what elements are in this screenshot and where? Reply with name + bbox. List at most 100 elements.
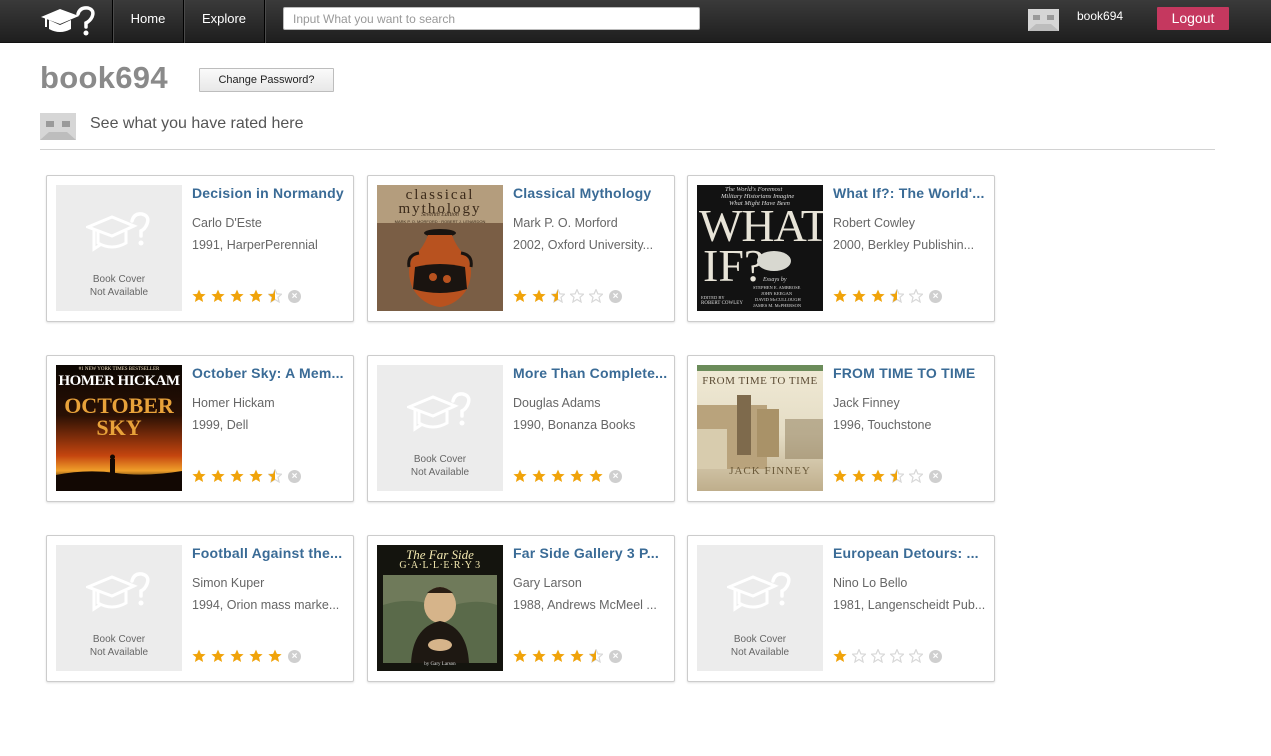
book-title-link[interactable]: More Than Complete...: [513, 365, 671, 381]
rating-star-icon[interactable]: [589, 469, 603, 483]
clear-rating-icon[interactable]: ×: [929, 469, 942, 483]
rating-star-icon[interactable]: [513, 469, 527, 483]
clear-rating-icon[interactable]: ×: [929, 649, 942, 663]
rating-star-icon[interactable]: [551, 649, 565, 663]
rating-star-icon[interactable]: [833, 289, 847, 303]
rating-star-icon[interactable]: [532, 649, 546, 663]
rating-star-icon[interactable]: [249, 289, 263, 303]
rating-star-icon[interactable]: [871, 649, 885, 663]
rating-star-icon[interactable]: [551, 289, 565, 303]
rating-star-icon[interactable]: [211, 289, 225, 303]
rating-star-icon[interactable]: [589, 649, 603, 663]
clear-rating-icon[interactable]: ×: [288, 289, 301, 303]
rating-star-icon[interactable]: [890, 289, 904, 303]
book-title-link[interactable]: Football Against the...: [192, 545, 350, 561]
cover-unavailable-text: Book Cover Not Available: [56, 633, 182, 659]
rating-star-icon[interactable]: [833, 649, 847, 663]
book-cover-image[interactable]: FROM TIME TO TIME JACK FINNEY: [697, 365, 823, 491]
book-title-link[interactable]: Classical Mythology: [513, 185, 671, 201]
change-password-button[interactable]: Change Password?: [199, 68, 334, 92]
book-publication: 1999, Dell: [192, 418, 249, 432]
site-logo-icon[interactable]: [38, 5, 96, 37]
book-author: Gary Larson: [513, 576, 582, 590]
cover-unavailable-line1: Book Cover: [733, 634, 787, 645]
book-title-link[interactable]: October Sky: A Mem...: [192, 365, 350, 381]
book-cover-image[interactable]: The World's Foremost Military Historians…: [697, 185, 823, 311]
rating-star-icon[interactable]: [909, 649, 923, 663]
logout-button[interactable]: Logout: [1157, 7, 1229, 30]
rating-star-icon[interactable]: [192, 469, 206, 483]
rating-star-icon[interactable]: [211, 469, 225, 483]
star-rating: ×: [192, 289, 301, 303]
clear-rating-icon[interactable]: ×: [609, 469, 622, 483]
clear-rating-icon[interactable]: ×: [609, 289, 622, 303]
rating-star-icon[interactable]: [570, 289, 584, 303]
cover-author: by Gary Larson: [424, 662, 456, 667]
book-card: Book Cover Not Available European Detour…: [687, 535, 995, 682]
cover-author: JACK FINNEY: [729, 465, 811, 477]
book-cover-image[interactable]: The Far Side G·A·L·L·E·R·Y 3 by Gary Lar…: [377, 545, 503, 671]
cover-tagline: The World's Foremost: [725, 186, 783, 193]
rating-star-icon[interactable]: [230, 289, 244, 303]
book-author: Nino Lo Bello: [833, 576, 908, 590]
clear-rating-icon[interactable]: ×: [288, 469, 301, 483]
book-cover-placeholder[interactable]: Book Cover Not Available: [56, 545, 182, 671]
search-input[interactable]: [283, 7, 700, 30]
cover-unavailable-line1: Book Cover: [92, 634, 146, 645]
book-cover-image[interactable]: #1 NEW YORK TIMES BESTSELLER HOMER HICKA…: [56, 365, 182, 491]
book-publication: 2000, Berkley Publishin...: [833, 238, 975, 252]
rating-star-icon[interactable]: [268, 469, 282, 483]
book-card: #1 NEW YORK TIMES BESTSELLER HOMER HICKA…: [46, 355, 354, 502]
rating-star-icon[interactable]: [871, 289, 885, 303]
rating-star-icon[interactable]: [852, 649, 866, 663]
cover-title-line: SKY: [96, 415, 142, 440]
rating-star-icon[interactable]: [852, 289, 866, 303]
book-cover-placeholder[interactable]: Book Cover Not Available: [377, 365, 503, 491]
star-rating: ×: [192, 469, 301, 483]
rating-star-icon[interactable]: [268, 289, 282, 303]
book-cover-placeholder[interactable]: Book Cover Not Available: [697, 545, 823, 671]
rated-books-heading: See what you have rated here: [90, 115, 304, 132]
book-title-link[interactable]: Far Side Gallery 3 P...: [513, 545, 671, 561]
rating-star-icon[interactable]: [852, 469, 866, 483]
rating-star-icon[interactable]: [249, 649, 263, 663]
book-cover-image[interactable]: classical mythology Seventh Edition MARK…: [377, 185, 503, 311]
book-title-link[interactable]: European Detours: ...: [833, 545, 991, 561]
rating-star-icon[interactable]: [268, 649, 282, 663]
rating-star-icon[interactable]: [230, 649, 244, 663]
nav-home[interactable]: Home: [113, 0, 183, 43]
nav-explore[interactable]: Explore: [184, 0, 264, 43]
rating-star-icon[interactable]: [589, 289, 603, 303]
book-card: The Far Side G·A·L·L·E·R·Y 3 by Gary Lar…: [367, 535, 675, 682]
rating-star-icon[interactable]: [192, 289, 206, 303]
user-avatar-icon[interactable]: [1028, 9, 1059, 31]
star-rating: ×: [513, 649, 622, 663]
current-username[interactable]: book694: [1077, 9, 1123, 23]
rating-star-icon[interactable]: [551, 469, 565, 483]
star-rating: ×: [513, 289, 622, 303]
cover-unavailable-text: Book Cover Not Available: [697, 633, 823, 659]
rating-star-icon[interactable]: [570, 649, 584, 663]
rating-star-icon[interactable]: [909, 289, 923, 303]
rating-star-icon[interactable]: [513, 289, 527, 303]
book-cover-placeholder[interactable]: Book Cover Not Available: [56, 185, 182, 311]
clear-rating-icon[interactable]: ×: [929, 289, 942, 303]
book-title-link[interactable]: Decision in Normandy: [192, 185, 350, 201]
rating-star-icon[interactable]: [211, 649, 225, 663]
clear-rating-icon[interactable]: ×: [288, 649, 301, 663]
rating-star-icon[interactable]: [890, 469, 904, 483]
clear-rating-icon[interactable]: ×: [609, 649, 622, 663]
rating-star-icon[interactable]: [513, 649, 527, 663]
rating-star-icon[interactable]: [532, 469, 546, 483]
book-title-link[interactable]: What If?: The World'...: [833, 185, 991, 201]
rating-star-icon[interactable]: [249, 469, 263, 483]
rating-star-icon[interactable]: [909, 469, 923, 483]
rating-star-icon[interactable]: [570, 469, 584, 483]
rating-star-icon[interactable]: [833, 469, 847, 483]
rating-star-icon[interactable]: [871, 469, 885, 483]
rating-star-icon[interactable]: [532, 289, 546, 303]
book-title-link[interactable]: FROM TIME TO TIME: [833, 365, 991, 381]
rating-star-icon[interactable]: [192, 649, 206, 663]
rating-star-icon[interactable]: [890, 649, 904, 663]
rating-star-icon[interactable]: [230, 469, 244, 483]
